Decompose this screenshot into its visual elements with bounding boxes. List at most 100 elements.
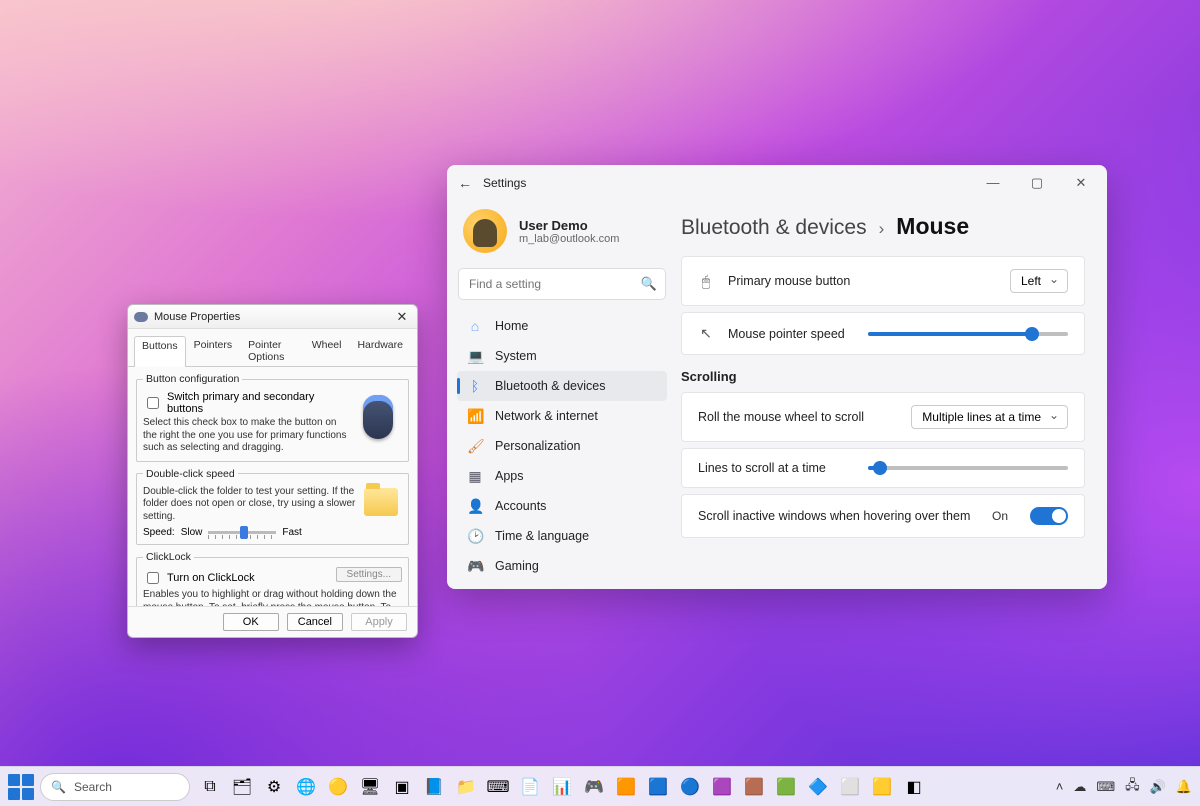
wheel-scroll-dropdown[interactable]: Multiple lines at a time <box>911 405 1068 429</box>
group-legend: ClickLock <box>143 551 194 563</box>
apply-button[interactable]: Apply <box>351 613 407 631</box>
dialog-footer: OK Cancel Apply <box>128 606 417 637</box>
nav-label: Network & internet <box>495 409 598 423</box>
row-primary-mouse-button: 🖱 Primary mouse button Left <box>681 256 1085 306</box>
app-icon[interactable]: 🟫 <box>740 773 768 801</box>
settings-window: ← Settings — ▢ ✕ User Demo m_lab@outlook… <box>447 165 1107 589</box>
checkbox-input[interactable] <box>147 397 159 409</box>
maximize-button[interactable]: ▢ <box>1015 169 1059 197</box>
clicklock-settings-button[interactable]: Settings... <box>336 567 402 582</box>
apps-icon: ▦ <box>467 468 483 485</box>
user-block[interactable]: User Demo m_lab@outlook.com <box>457 201 667 263</box>
breadcrumb-parent[interactable]: Bluetooth & devices <box>681 216 867 240</box>
search-label: Search <box>74 780 112 794</box>
settings-search[interactable]: 🔍 <box>459 269 665 299</box>
settings-sidebar: User Demo m_lab@outlook.com 🔍 ⌂Home 💻Sys… <box>447 201 677 589</box>
nav-network[interactable]: 📶Network & internet <box>457 401 667 431</box>
brush-icon: 🖌 <box>467 438 483 455</box>
edge-icon[interactable]: 🌐 <box>292 773 320 801</box>
close-button[interactable]: ✕ <box>393 309 411 325</box>
network-icon[interactable]: 🖧 <box>1125 776 1140 798</box>
back-button[interactable]: ← <box>451 175 479 191</box>
tab-wheel[interactable]: Wheel <box>304 335 350 366</box>
row-label: Roll the mouse wheel to scroll <box>698 410 897 424</box>
user-email: m_lab@outlook.com <box>519 233 619 245</box>
pointer-speed-slider[interactable] <box>868 332 1068 336</box>
nav-label: Home <box>495 319 528 333</box>
app-icon[interactable]: 🟩 <box>772 773 800 801</box>
terminal-icon[interactable]: ▣ <box>388 773 416 801</box>
app-icon[interactable]: 🟪 <box>708 773 736 801</box>
app-icon[interactable]: 🟨 <box>868 773 896 801</box>
primary-button-dropdown[interactable]: Left <box>1010 269 1068 293</box>
notepad-icon[interactable]: 📄 <box>516 773 544 801</box>
nav-accounts[interactable]: 👤Accounts <box>457 491 667 521</box>
minimize-button[interactable]: — <box>971 169 1015 197</box>
nav-apps[interactable]: ▦ Apps <box>457 461 667 491</box>
terminal2-icon[interactable]: ⌨ <box>484 773 512 801</box>
row-scroll-inactive: Scroll inactive windows when hovering ov… <box>681 494 1085 538</box>
chrome-icon[interactable]: 🟡 <box>324 773 352 801</box>
tab-pointer-options[interactable]: Pointer Options <box>240 335 304 366</box>
close-button[interactable]: ✕ <box>1059 169 1103 197</box>
taskbar-search[interactable]: 🔍 Search <box>40 773 190 801</box>
tab-pointers[interactable]: Pointers <box>186 335 241 366</box>
switch-buttons-checkbox[interactable]: Switch primary and secondary buttons <box>143 391 350 415</box>
volume-icon[interactable]: 🔊 <box>1150 779 1166 795</box>
nav-label: Bluetooth & devices <box>495 379 606 393</box>
group-double-click-speed: Double-click speed Double-click the fold… <box>136 468 409 546</box>
scroll-inactive-toggle[interactable] <box>1030 507 1068 525</box>
folder-test-icon[interactable] <box>364 488 398 516</box>
onedrive-icon[interactable]: ☁ <box>1073 779 1086 795</box>
monitor-icon[interactable]: 🖥 <box>356 773 384 801</box>
tab-buttons[interactable]: Buttons <box>134 336 186 367</box>
search-icon: 🔍 <box>51 780 66 794</box>
speed-label: Speed: <box>143 527 175 538</box>
nav-gaming[interactable]: 🎮Gaming <box>457 551 667 581</box>
app-icon[interactable]: 🔵 <box>676 773 704 801</box>
app-icon[interactable]: ◧ <box>900 773 928 801</box>
app-icon[interactable]: 🟧 <box>612 773 640 801</box>
ok-button[interactable]: OK <box>223 613 279 631</box>
user-name: User Demo <box>519 218 619 233</box>
start-button[interactable] <box>8 774 34 800</box>
app-icon[interactable]: 🔷 <box>804 773 832 801</box>
nav-bluetooth-devices[interactable]: ᛒBluetooth & devices <box>457 371 667 401</box>
tab-hardware[interactable]: Hardware <box>349 335 411 366</box>
word-icon[interactable]: 📘 <box>420 773 448 801</box>
system-tray: ˄ ☁ ⌨ 🖧 🔊 🔔 <box>1056 776 1192 798</box>
language-icon[interactable]: ⌨ <box>1096 779 1115 795</box>
double-click-slider[interactable] <box>208 531 276 534</box>
checkbox-input[interactable] <box>147 572 159 584</box>
app-icon[interactable]: ⬜ <box>836 773 864 801</box>
cancel-button[interactable]: Cancel <box>287 613 343 631</box>
nav-label: Apps <box>495 469 524 483</box>
cursor-icon: ↖ <box>698 325 714 342</box>
group-legend: Double-click speed <box>143 468 238 480</box>
app-icon[interactable]: 🟦 <box>644 773 672 801</box>
search-input[interactable] <box>459 269 665 299</box>
lines-slider[interactable] <box>868 466 1068 470</box>
nav-personalization[interactable]: 🖌Personalization <box>457 431 667 461</box>
task-view-icon[interactable]: ⧉ <box>196 773 224 801</box>
row-wheel-scroll: Roll the mouse wheel to scroll Multiple … <box>681 392 1085 442</box>
folder-icon[interactable]: 📁 <box>452 773 480 801</box>
checkbox-label: Switch primary and secondary buttons <box>167 391 350 415</box>
taskbar-pinned: ⧉ 🗂 ⚙ 🌐 🟡 🖥 ▣ 📘 📁 ⌨ 📄 📊 🎮 🟧 🟦 🔵 🟪 🟫 🟩 🔷 … <box>196 773 928 801</box>
settings-icon[interactable]: ⚙ <box>260 773 288 801</box>
dialog-titlebar: Mouse Properties ✕ <box>128 305 417 329</box>
nav-system[interactable]: 💻System <box>457 341 667 371</box>
nav-home[interactable]: ⌂Home <box>457 311 667 341</box>
nav-time-language[interactable]: 🕑Time & language <box>457 521 667 551</box>
mouse-icon <box>134 312 148 322</box>
notifications-icon[interactable]: 🔔 <box>1176 779 1192 795</box>
excel-icon[interactable]: 📊 <box>548 773 576 801</box>
settings-titlebar: ← Settings — ▢ ✕ <box>447 165 1107 201</box>
clicklock-checkbox[interactable]: Turn on ClickLock <box>143 569 336 587</box>
section-scrolling: Scrolling <box>681 369 1085 384</box>
tray-chevron-icon[interactable]: ˄ <box>1056 779 1064 794</box>
row-lines-to-scroll: Lines to scroll at a time <box>681 448 1085 488</box>
steam-icon[interactable]: 🎮 <box>580 773 608 801</box>
checkbox-label: Turn on ClickLock <box>167 572 255 584</box>
explorer-icon[interactable]: 🗂 <box>228 773 256 801</box>
